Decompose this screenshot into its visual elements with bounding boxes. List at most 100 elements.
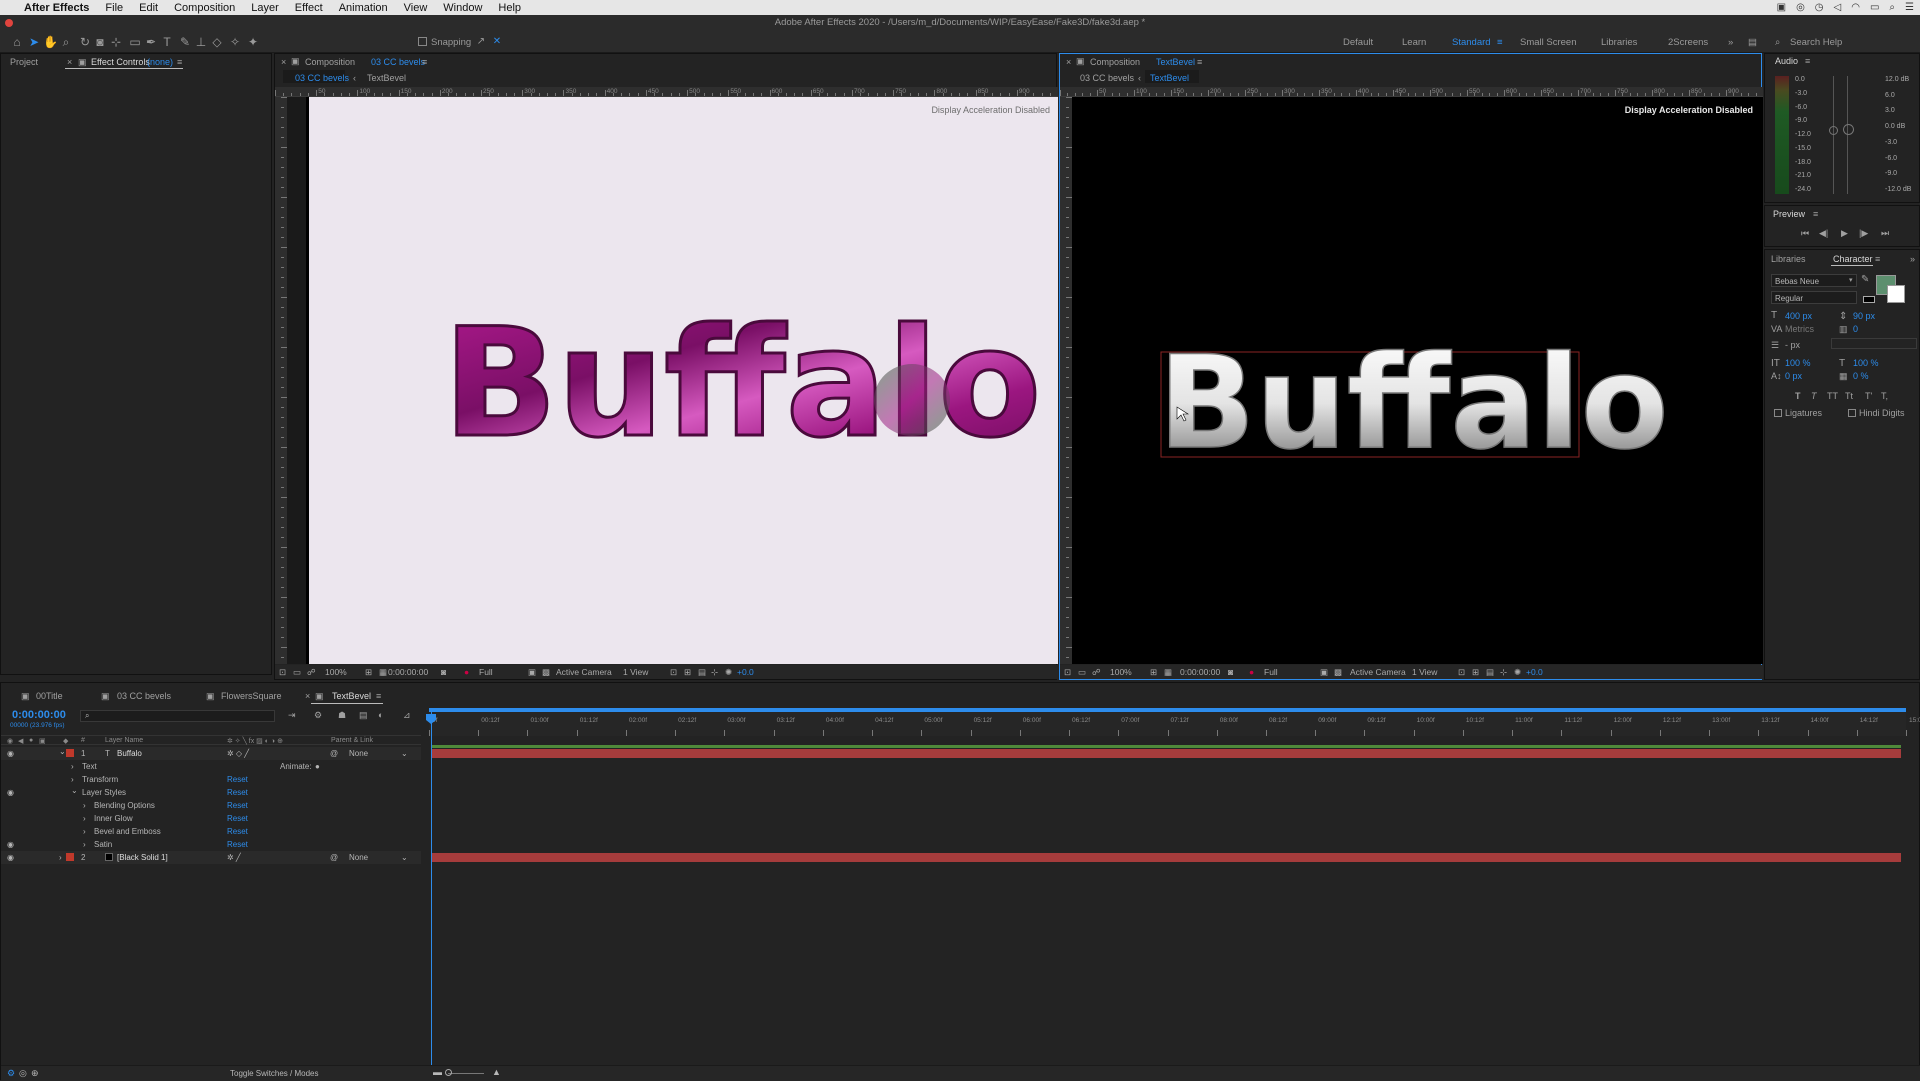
roto-brush-tool-icon[interactable]: ✧ bbox=[228, 35, 242, 49]
property-row[interactable]: › Transform Reset bbox=[1, 773, 421, 786]
exposure-value[interactable]: +0.0 bbox=[1526, 667, 1543, 677]
pan-behind-tool-icon[interactable]: ⊹ bbox=[109, 35, 123, 49]
layer-row[interactable]: ◉ ⌄ 1 T Buffalo ✲ ◇ ╱ @ None ⌄ bbox=[1, 747, 421, 760]
layer-1-duration-bar[interactable] bbox=[431, 749, 1901, 758]
current-time-display[interactable]: 0:00:00:00 bbox=[12, 709, 66, 721]
transparency-grid-icon[interactable]: ▩ bbox=[542, 667, 550, 678]
workspace-default[interactable]: Default bbox=[1343, 37, 1373, 48]
stroke-width-value[interactable]: - px bbox=[1785, 340, 1800, 350]
reset-link[interactable]: Reset bbox=[227, 814, 248, 823]
zoom-slider[interactable] bbox=[448, 1073, 484, 1074]
selection-tool-icon[interactable]: ➤ bbox=[27, 35, 41, 49]
rotate-tool-icon[interactable]: ↻ bbox=[78, 35, 92, 49]
timeline-search-input[interactable]: ⌕ bbox=[80, 710, 275, 722]
superscript-button[interactable]: T' bbox=[1865, 391, 1872, 401]
zoom-dropdown[interactable]: 100% bbox=[1110, 667, 1132, 677]
menu-file[interactable]: File bbox=[97, 2, 131, 14]
volume-icon[interactable]: ◁ bbox=[1834, 2, 1842, 13]
layer-parent-dropdown[interactable]: None bbox=[349, 749, 368, 758]
zoom-slider-handle[interactable] bbox=[445, 1069, 452, 1076]
black-white-swatch[interactable] bbox=[1863, 296, 1875, 303]
flow-chevron-icon[interactable]: ‹ bbox=[1138, 73, 1141, 83]
font-style-dropdown[interactable]: Regular bbox=[1771, 291, 1857, 304]
region-icon[interactable]: ▣ bbox=[1320, 667, 1328, 678]
stroke-color-swatch[interactable] bbox=[1887, 285, 1905, 303]
property-row[interactable]: ◉ ⌄ Layer Styles Reset bbox=[1, 786, 421, 799]
animate-menu[interactable]: Animate: bbox=[280, 762, 312, 771]
ligatures-checkbox[interactable] bbox=[1774, 409, 1782, 417]
hindi-digits-checkbox[interactable] bbox=[1848, 409, 1856, 417]
menu-app-name[interactable]: After Effects bbox=[16, 2, 97, 14]
menu-layer[interactable]: Layer bbox=[243, 2, 287, 14]
play-icon[interactable]: ▶ bbox=[1841, 228, 1848, 239]
reset-link[interactable]: Reset bbox=[227, 827, 248, 836]
audio-menu-icon[interactable]: ≡ bbox=[1805, 56, 1810, 66]
layer-parent-dropdown[interactable]: None bbox=[349, 853, 368, 862]
expand-layer-icon[interactable]: ⌄ bbox=[59, 747, 66, 756]
viewer-menu-icon[interactable]: ≡ bbox=[1197, 57, 1202, 67]
previous-frame-icon[interactable]: ◀| bbox=[1819, 228, 1828, 239]
stretch-toggle-icon[interactable]: ⊕ bbox=[31, 1068, 39, 1079]
parent-pickwhip-icon[interactable]: @ bbox=[330, 853, 338, 862]
expand-property-icon[interactable]: › bbox=[71, 775, 74, 784]
channel-icon[interactable]: ● bbox=[1249, 667, 1254, 677]
preview-menu-icon[interactable]: ≡ bbox=[1813, 209, 1818, 219]
fast-previews-icon[interactable]: ⊞ bbox=[1472, 667, 1479, 678]
workspace-standard[interactable]: Standard bbox=[1452, 37, 1491, 48]
property-row[interactable]: › Bevel and Emboss Reset bbox=[1, 825, 421, 838]
layer-label-color[interactable] bbox=[66, 749, 74, 757]
work-area-bar[interactable] bbox=[429, 708, 1906, 712]
character-menu-icon[interactable]: ≡ bbox=[1875, 254, 1880, 264]
grid-icon[interactable]: ▦ bbox=[379, 667, 387, 678]
expand-layer-icon[interactable]: › bbox=[59, 853, 62, 862]
composition-canvas[interactable]: Buffalo Display Acceleration Disabled bbox=[306, 97, 1058, 664]
tab-close-icon[interactable]: × bbox=[67, 57, 72, 67]
property-row[interactable]: ◉ › Satin Reset bbox=[1, 838, 421, 851]
pen-tool-icon[interactable]: ✒ bbox=[144, 35, 158, 49]
layer-name-column-label[interactable]: Layer Name bbox=[105, 737, 143, 744]
monitor-icon[interactable]: ▭ bbox=[1078, 667, 1086, 678]
flowchart-icon[interactable]: ⊹ bbox=[1500, 667, 1507, 678]
menu-window[interactable]: Window bbox=[435, 2, 490, 14]
camera-dropdown[interactable]: Active Camera bbox=[556, 667, 612, 677]
menu-composition[interactable]: Composition bbox=[166, 2, 243, 14]
panel-menu-icon[interactable]: ≡ bbox=[177, 57, 182, 67]
creative-cloud-icon[interactable]: ◎ bbox=[1796, 2, 1805, 13]
view-layout-dropdown[interactable]: 1 View bbox=[623, 667, 648, 677]
toggle-pixel-icon[interactable]: ⊡ bbox=[670, 667, 677, 678]
graph-editor-icon[interactable]: ⊿ bbox=[403, 710, 411, 721]
workspace-2screens[interactable]: 2Screens bbox=[1668, 37, 1708, 48]
flow-tab-textbevel[interactable]: TextBevel bbox=[367, 73, 406, 83]
lock-column-icon[interactable]: ▣ bbox=[39, 737, 46, 745]
timeline-tab-textbevel[interactable]: TextBevel bbox=[332, 691, 371, 701]
modes-toggle-icon[interactable]: ◎ bbox=[19, 1068, 27, 1079]
camera-dropdown[interactable]: Active Camera bbox=[1350, 667, 1406, 677]
tab-character[interactable]: Character bbox=[1833, 254, 1873, 264]
viewer-close-icon[interactable]: × bbox=[281, 57, 286, 67]
leading-value[interactable]: 90 px bbox=[1853, 311, 1875, 321]
audio-column-icon[interactable]: ◀ bbox=[18, 737, 23, 745]
layer-switches-icons[interactable]: ✲ ◇ ╱ bbox=[227, 749, 249, 758]
brush-tool-icon[interactable]: ✎ bbox=[178, 35, 192, 49]
tab-libraries[interactable]: Libraries bbox=[1771, 254, 1806, 264]
faux-italic-button[interactable]: T bbox=[1811, 391, 1817, 401]
layer-label-color[interactable] bbox=[66, 853, 74, 861]
timeline-menu-icon[interactable]: ≡ bbox=[376, 691, 381, 701]
notification-center-icon[interactable]: ☰ bbox=[1905, 2, 1914, 13]
flow-tab-03-cc-bevels[interactable]: 03 CC bevels bbox=[1080, 73, 1134, 83]
subscript-button[interactable]: T, bbox=[1881, 391, 1888, 401]
video-column-icon[interactable]: ◉ bbox=[7, 737, 13, 745]
menu-edit[interactable]: Edit bbox=[131, 2, 166, 14]
label-column-icon[interactable]: ◆ bbox=[63, 737, 68, 745]
flow-tab-textbevel[interactable]: TextBevel bbox=[1150, 73, 1189, 83]
menu-animation[interactable]: Animation bbox=[331, 2, 396, 14]
zoom-tool-icon[interactable]: ⌕ bbox=[59, 35, 73, 49]
zoom-in-icon[interactable]: ▲ bbox=[492, 1067, 501, 1077]
draft-3d-icon[interactable]: ⚙ bbox=[314, 710, 322, 721]
fit-icon[interactable]: ⊞ bbox=[1150, 667, 1157, 678]
all-caps-button[interactable]: TT bbox=[1827, 391, 1838, 401]
view-layout-dropdown[interactable]: 1 View bbox=[1412, 667, 1437, 677]
region-icon[interactable]: ▣ bbox=[528, 667, 536, 678]
menu-help[interactable]: Help bbox=[490, 2, 529, 14]
layer-switches-icons[interactable]: ✲ ╱ bbox=[227, 853, 241, 862]
